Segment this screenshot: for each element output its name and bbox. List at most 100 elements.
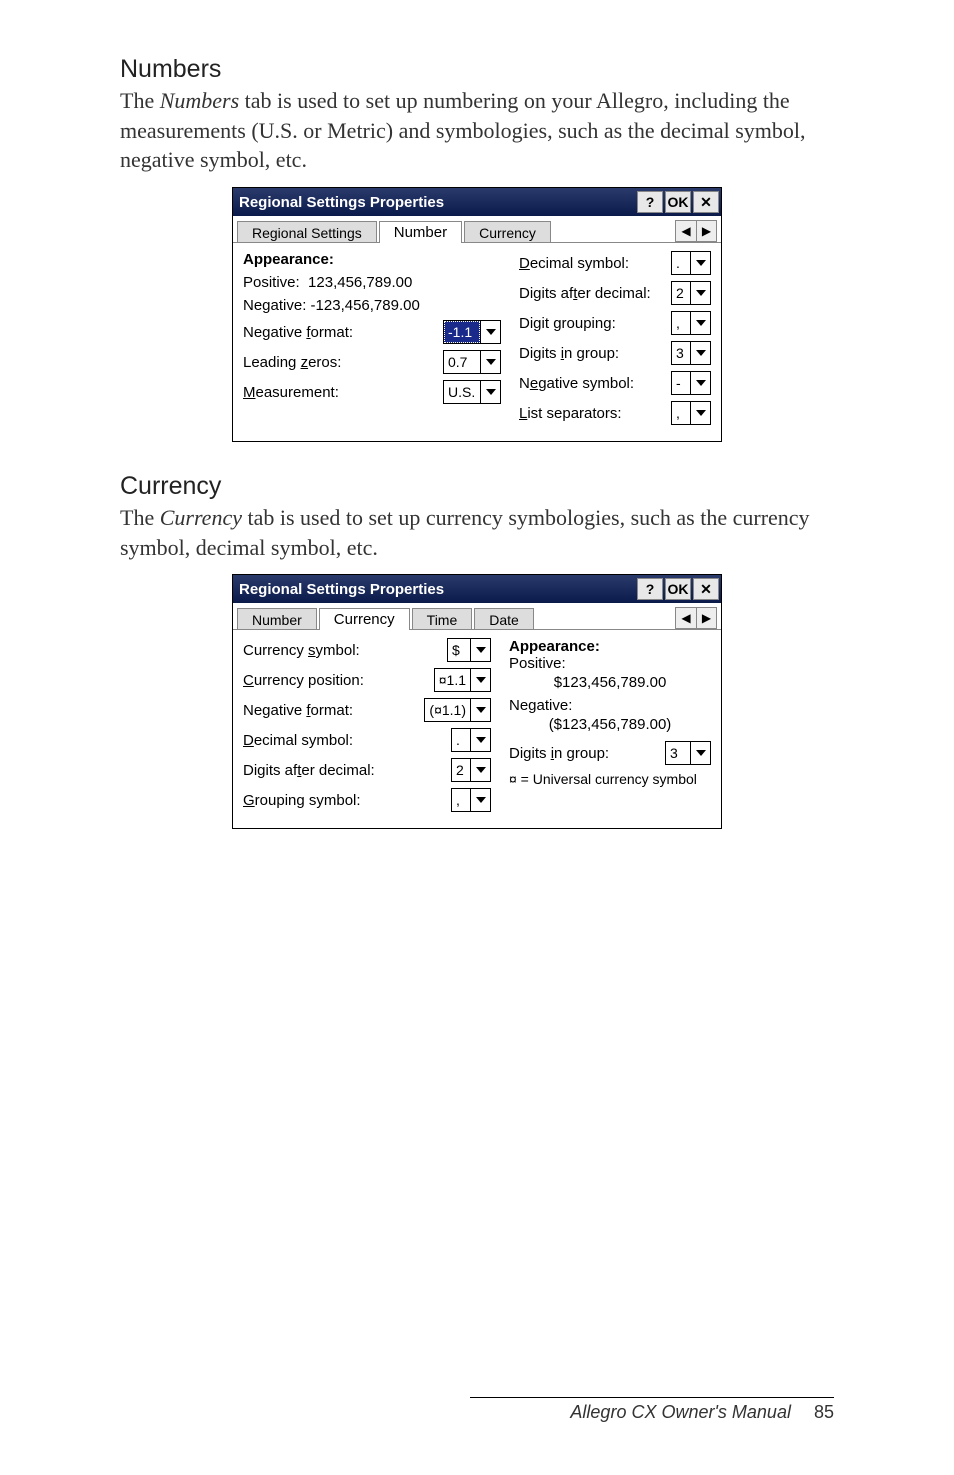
ok-button[interactable]: OK xyxy=(665,578,691,600)
chevron-down-icon[interactable] xyxy=(470,639,490,661)
page-number: 85 xyxy=(814,1402,834,1422)
decimal-symbol-value: . xyxy=(452,729,470,751)
tab-number[interactable]: Number xyxy=(237,608,317,629)
positive-value: $123,456,789.00 xyxy=(509,674,711,691)
digits-after-combo[interactable]: 2 xyxy=(671,281,711,305)
digits-after-label: Digits after decimal: xyxy=(243,762,451,779)
currency-position-combo[interactable]: ¤1.1 xyxy=(434,668,491,692)
digits-in-group-combo[interactable]: 3 xyxy=(671,341,711,365)
chevron-down-icon[interactable] xyxy=(690,742,710,764)
negative-format-value: (¤1.1) xyxy=(425,699,470,721)
text: The xyxy=(120,505,160,530)
chevron-down-icon[interactable] xyxy=(690,282,710,304)
currency-heading: Currency xyxy=(120,472,834,501)
measurement-value: U.S. xyxy=(444,381,480,403)
appearance-label: Appearance: xyxy=(509,638,711,655)
close-button[interactable]: ✕ xyxy=(693,578,719,600)
chevron-down-icon[interactable] xyxy=(470,789,490,811)
text-em: Currency xyxy=(160,505,242,530)
digit-grouping-combo[interactable]: , xyxy=(671,311,711,335)
tab-time[interactable]: Time xyxy=(412,608,473,629)
footer-title: Allegro CX Owner's Manual xyxy=(570,1402,791,1422)
text: The xyxy=(120,88,160,113)
list-separators-value: , xyxy=(672,402,690,424)
ok-button[interactable]: OK xyxy=(665,191,691,213)
list-separators-combo[interactable]: , xyxy=(671,401,711,425)
leading-zeros-value: 0.7 xyxy=(444,351,480,373)
negative-label: Negative: xyxy=(243,297,306,314)
negative-symbol-label: Negative symbol: xyxy=(519,375,671,392)
grouping-symbol-label: Grouping symbol: xyxy=(243,792,451,809)
leading-zeros-combo[interactable]: 0.7 xyxy=(443,350,501,374)
chevron-down-icon[interactable] xyxy=(470,699,490,721)
positive-value: 123,456,789.00 xyxy=(308,274,412,291)
decimal-symbol-combo[interactable]: . xyxy=(451,728,491,752)
currency-symbol-value: $ xyxy=(448,639,470,661)
negative-value: ($123,456,789.00) xyxy=(509,716,711,733)
negative-symbol-combo[interactable]: - xyxy=(671,371,711,395)
text-em: Numbers xyxy=(160,88,239,113)
negative-format-value: -1.1 xyxy=(444,321,480,343)
negative-format-combo[interactable]: (¤1.1) xyxy=(424,698,491,722)
help-button[interactable]: ? xyxy=(637,191,663,213)
dialog-title: Regional Settings Properties xyxy=(239,194,635,211)
digits-in-group-combo[interactable]: 3 xyxy=(665,741,711,765)
tabs-row: Number Currency Time Date ◀ ▶ xyxy=(233,603,721,630)
grouping-symbol-value: , xyxy=(452,789,470,811)
tab-date[interactable]: Date xyxy=(474,608,534,629)
universal-currency-note: ¤ = Universal currency symbol xyxy=(509,771,711,787)
currency-body: The Currency tab is used to set up curre… xyxy=(120,503,834,562)
tab-currency[interactable]: Currency xyxy=(464,221,551,242)
tab-spinner: ◀ ▶ xyxy=(675,220,717,242)
decimal-symbol-combo[interactable]: . xyxy=(671,251,711,275)
tab-number[interactable]: Number xyxy=(379,221,462,243)
tab-right-button[interactable]: ▶ xyxy=(696,221,716,241)
regional-settings-dialog-currency: Regional Settings Properties ? OK ✕ Numb… xyxy=(232,574,722,829)
negative-format-label: Negative format: xyxy=(243,702,424,719)
chevron-down-icon[interactable] xyxy=(470,759,490,781)
positive-label: Positive: xyxy=(243,274,300,291)
page-footer: Allegro CX Owner's Manual 85 xyxy=(120,1397,834,1423)
measurement-combo[interactable]: U.S. xyxy=(443,380,501,404)
digits-in-group-value: 3 xyxy=(672,342,690,364)
help-button[interactable]: ? xyxy=(637,578,663,600)
tab-spinner: ◀ ▶ xyxy=(675,607,717,629)
dialog-title: Regional Settings Properties xyxy=(239,581,635,598)
grouping-symbol-combo[interactable]: , xyxy=(451,788,491,812)
tabs-row: Regional Settings Number Currency ◀ ▶ xyxy=(233,216,721,243)
digits-after-value: 2 xyxy=(672,282,690,304)
chevron-down-icon[interactable] xyxy=(480,351,500,373)
digits-after-value: 2 xyxy=(452,759,470,781)
tab-left-button[interactable]: ◀ xyxy=(676,221,696,241)
regional-settings-dialog-number: Regional Settings Properties ? OK ✕ Regi… xyxy=(232,187,722,442)
digits-in-group-label: Digits in group: xyxy=(509,745,665,762)
digits-in-group-label: Digits in group: xyxy=(519,345,671,362)
close-button[interactable]: ✕ xyxy=(693,191,719,213)
positive-label: Positive: xyxy=(509,655,711,672)
chevron-down-icon[interactable] xyxy=(690,342,710,364)
negative-format-combo[interactable]: -1.1 xyxy=(443,320,501,344)
tab-left-button[interactable]: ◀ xyxy=(676,608,696,628)
negative-label: Negative: xyxy=(509,697,711,714)
numbers-body: The Numbers tab is used to set up number… xyxy=(120,86,834,175)
digits-after-combo[interactable]: 2 xyxy=(451,758,491,782)
chevron-down-icon[interactable] xyxy=(690,372,710,394)
footer-rule xyxy=(470,1397,834,1398)
chevron-down-icon[interactable] xyxy=(690,402,710,424)
tab-right-button[interactable]: ▶ xyxy=(696,608,716,628)
measurement-label: Measurement: xyxy=(243,384,443,401)
decimal-symbol-label: Decimal symbol: xyxy=(243,732,451,749)
decimal-symbol-value: . xyxy=(672,252,690,274)
tab-currency[interactable]: Currency xyxy=(319,608,410,630)
chevron-down-icon[interactable] xyxy=(690,252,710,274)
negative-format-label: Negative format: xyxy=(243,324,443,341)
chevron-down-icon[interactable] xyxy=(690,312,710,334)
chevron-down-icon[interactable] xyxy=(470,729,490,751)
chevron-down-icon[interactable] xyxy=(480,321,500,343)
digits-after-label: Digits after decimal: xyxy=(519,285,671,302)
chevron-down-icon[interactable] xyxy=(470,669,490,691)
digit-grouping-label: Digit grouping: xyxy=(519,315,671,332)
chevron-down-icon[interactable] xyxy=(480,381,500,403)
tab-regional-settings[interactable]: Regional Settings xyxy=(237,221,377,242)
currency-symbol-combo[interactable]: $ xyxy=(447,638,491,662)
